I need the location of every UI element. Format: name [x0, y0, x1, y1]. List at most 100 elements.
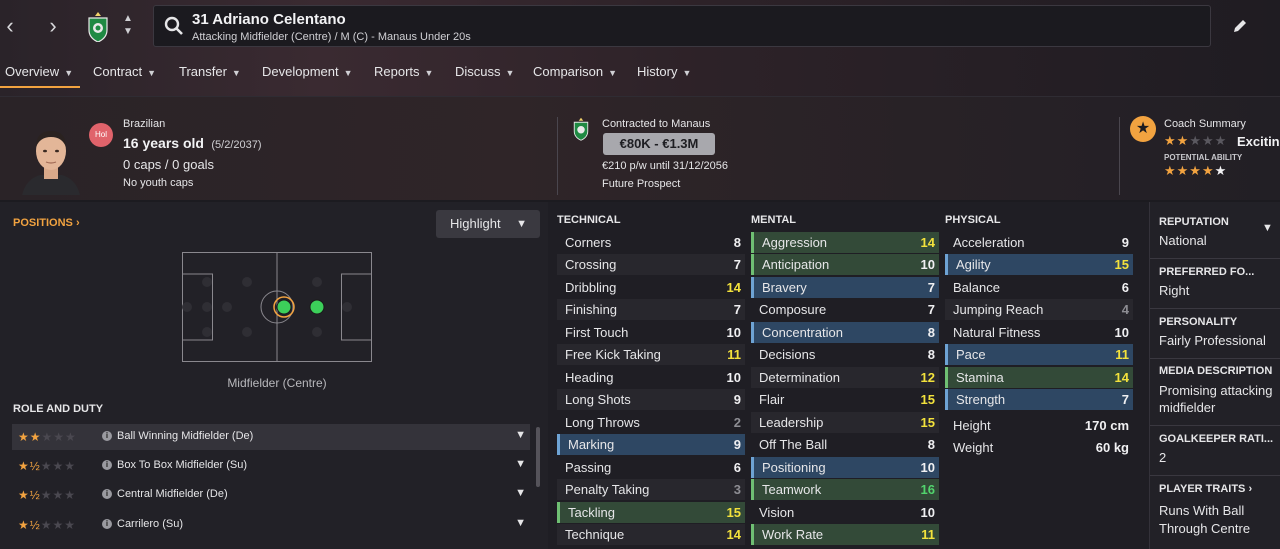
attr-name: Balance — [953, 280, 1000, 295]
attr-row[interactable]: First Touch 10 — [557, 322, 745, 343]
details-sidebar: REPUTATION National ▼ PREFERRED FO... Ri… — [1149, 202, 1280, 549]
highlight-dropdown[interactable]: Highlight ▼ — [436, 210, 540, 238]
attr-row[interactable]: Long Shots 9 — [557, 389, 745, 410]
status-badge[interactable]: Hol — [89, 123, 113, 147]
attr-row[interactable]: Finishing 7 — [557, 299, 745, 320]
chevron-down-icon[interactable]: ▼ — [1262, 222, 1273, 234]
attr-row[interactable]: Long Throws 2 — [557, 412, 745, 433]
date-of-birth: (5/2/2037) — [211, 139, 262, 151]
tab-comparison[interactable]: Comparison ▼ — [533, 58, 617, 88]
attr-name: Decisions — [759, 347, 816, 362]
tab-reports[interactable]: Reports ▼ — [374, 58, 433, 88]
player-name: 31 Adriano Celentano — [192, 11, 346, 28]
chevron-down-icon[interactable]: ▼ — [515, 487, 526, 499]
tab-history[interactable]: History ▼ — [637, 58, 691, 88]
info-icon[interactable]: i — [102, 431, 112, 441]
youth-caps: No youth caps — [123, 177, 194, 189]
star-icon: ★ — [1130, 116, 1156, 142]
reputation-title: REPUTATION — [1159, 216, 1229, 228]
attr-row[interactable]: Bravery 7 — [751, 277, 939, 298]
attr-name: Leadership — [759, 415, 824, 430]
attr-row[interactable]: Stamina 14 — [945, 367, 1133, 388]
attr-row[interactable]: Determination 12 — [751, 367, 939, 388]
tab-discuss[interactable]: Discuss ▼ — [455, 58, 514, 88]
tab-transfer[interactable]: Transfer ▼ — [179, 58, 241, 88]
personality-value: Fairly Professional — [1159, 333, 1266, 348]
switch-player-icon[interactable]: ▲ ▼ — [121, 12, 135, 38]
attr-row[interactable]: Dribbling 14 — [557, 277, 745, 298]
attr-row[interactable]: Aggression 14 — [751, 232, 939, 253]
tab-label: Development — [262, 64, 339, 79]
role-row[interactable]: ★½★★★ i Central Midfielder (De) ▼ — [12, 482, 530, 508]
attr-row[interactable]: Pace 11 — [945, 344, 1133, 365]
back-arrow-icon[interactable]: ‹ — [0, 14, 20, 38]
attr-row[interactable]: Free Kick Taking 11 — [557, 344, 745, 365]
attr-value: 7 — [733, 257, 741, 272]
attr-row[interactable]: Agility 15 — [945, 254, 1133, 275]
info-icon[interactable]: i — [102, 460, 112, 470]
role-row[interactable]: ★½★★★ i Box To Box Midfielder (Su) ▼ — [12, 453, 530, 479]
attr-row[interactable]: Corners 8 — [557, 232, 745, 253]
attr-row[interactable]: Work Rate 11 — [751, 524, 939, 545]
positions-link[interactable]: POSITIONS › — [13, 217, 80, 229]
position-pitch — [182, 252, 372, 362]
attr-row[interactable]: Teamwork 16 — [751, 479, 939, 500]
attr-row[interactable]: Jumping Reach 4 — [945, 299, 1133, 320]
edit-icon[interactable] — [1230, 16, 1250, 36]
info-icon[interactable]: i — [102, 519, 112, 529]
attr-row[interactable]: Decisions 8 — [751, 344, 939, 365]
tab-development[interactable]: Development ▼ — [262, 58, 353, 88]
chevron-down-icon[interactable]: ▼ — [515, 458, 526, 470]
attr-name: Long Shots — [565, 392, 631, 407]
age-line: 16 years old (5/2/2037) — [123, 135, 262, 153]
attr-row[interactable]: Flair 15 — [751, 389, 939, 410]
goalkeeper-rating-value: 2 — [1159, 450, 1167, 465]
attr-row[interactable]: Tackling 15 — [557, 502, 745, 523]
club-badge-icon — [573, 117, 589, 141]
attr-row[interactable]: Heading 10 — [557, 367, 745, 388]
club-badge-icon[interactable] — [86, 12, 110, 42]
attr-row[interactable]: Passing 6 — [557, 457, 745, 478]
attr-value: 12 — [920, 370, 935, 385]
attr-row[interactable]: Concentration 8 — [751, 322, 939, 343]
attr-row[interactable]: Technique 14 — [557, 524, 745, 545]
chevron-down-icon: ▼ — [343, 68, 353, 78]
attr-row[interactable]: Crossing 7 — [557, 254, 745, 275]
attr-row[interactable]: Strength 7 — [945, 389, 1133, 410]
attr-row[interactable]: Anticipation 10 — [751, 254, 939, 275]
attr-row[interactable]: Vision 10 — [751, 502, 939, 523]
attr-value: 14 — [920, 235, 935, 250]
attr-row[interactable]: Composure 7 — [751, 299, 939, 320]
player-search-box[interactable]: 31 Adriano Celentano Attacking Midfielde… — [153, 5, 1211, 47]
attr-name: Teamwork — [762, 482, 822, 497]
attr-value: 16 — [920, 482, 935, 497]
player-traits-link[interactable]: PLAYER TRAITS › — [1159, 483, 1252, 495]
tab-overview[interactable]: Overview ▼ — [0, 58, 80, 88]
player-traits-title: PLAYER TRAITS — [1159, 483, 1246, 495]
attr-row[interactable]: Balance 6 — [945, 277, 1133, 298]
forward-arrow-icon[interactable]: › — [43, 14, 63, 38]
tab-contract[interactable]: Contract ▼ — [93, 58, 156, 88]
attr-name: Free Kick Taking — [565, 347, 661, 362]
roles-scrollbar[interactable] — [536, 427, 540, 487]
coach-summary-word: Excitin — [1237, 134, 1280, 149]
attr-row[interactable]: Positioning 10 — [751, 457, 939, 478]
divider — [1150, 425, 1280, 426]
role-row[interactable]: ★½★★★ i Carrilero (Su) ▼ — [12, 512, 530, 538]
attr-row[interactable]: Leadership 15 — [751, 412, 939, 433]
attr-row[interactable]: Natural Fitness 10 — [945, 322, 1133, 343]
weight-row: Weight 60 kg — [945, 437, 1133, 458]
transfer-value-pill[interactable]: €80K - €1.3M — [603, 133, 715, 155]
attr-row[interactable]: Marking 9 — [557, 434, 745, 455]
attr-row[interactable]: Off The Ball 8 — [751, 434, 939, 455]
info-icon[interactable]: i — [102, 489, 112, 499]
role-stars: ★½★★★ — [18, 459, 77, 473]
attr-value: 15 — [920, 415, 935, 430]
attr-row[interactable]: Penalty Taking 3 — [557, 479, 745, 500]
role-row[interactable]: ★★★★★ i Ball Winning Midfielder (De) ▼ — [12, 424, 530, 450]
attr-name: Stamina — [956, 370, 1004, 385]
chevron-down-icon[interactable]: ▼ — [515, 429, 526, 441]
attr-name: Agility — [956, 257, 991, 272]
attr-row[interactable]: Acceleration 9 — [945, 232, 1133, 253]
chevron-down-icon[interactable]: ▼ — [515, 517, 526, 529]
